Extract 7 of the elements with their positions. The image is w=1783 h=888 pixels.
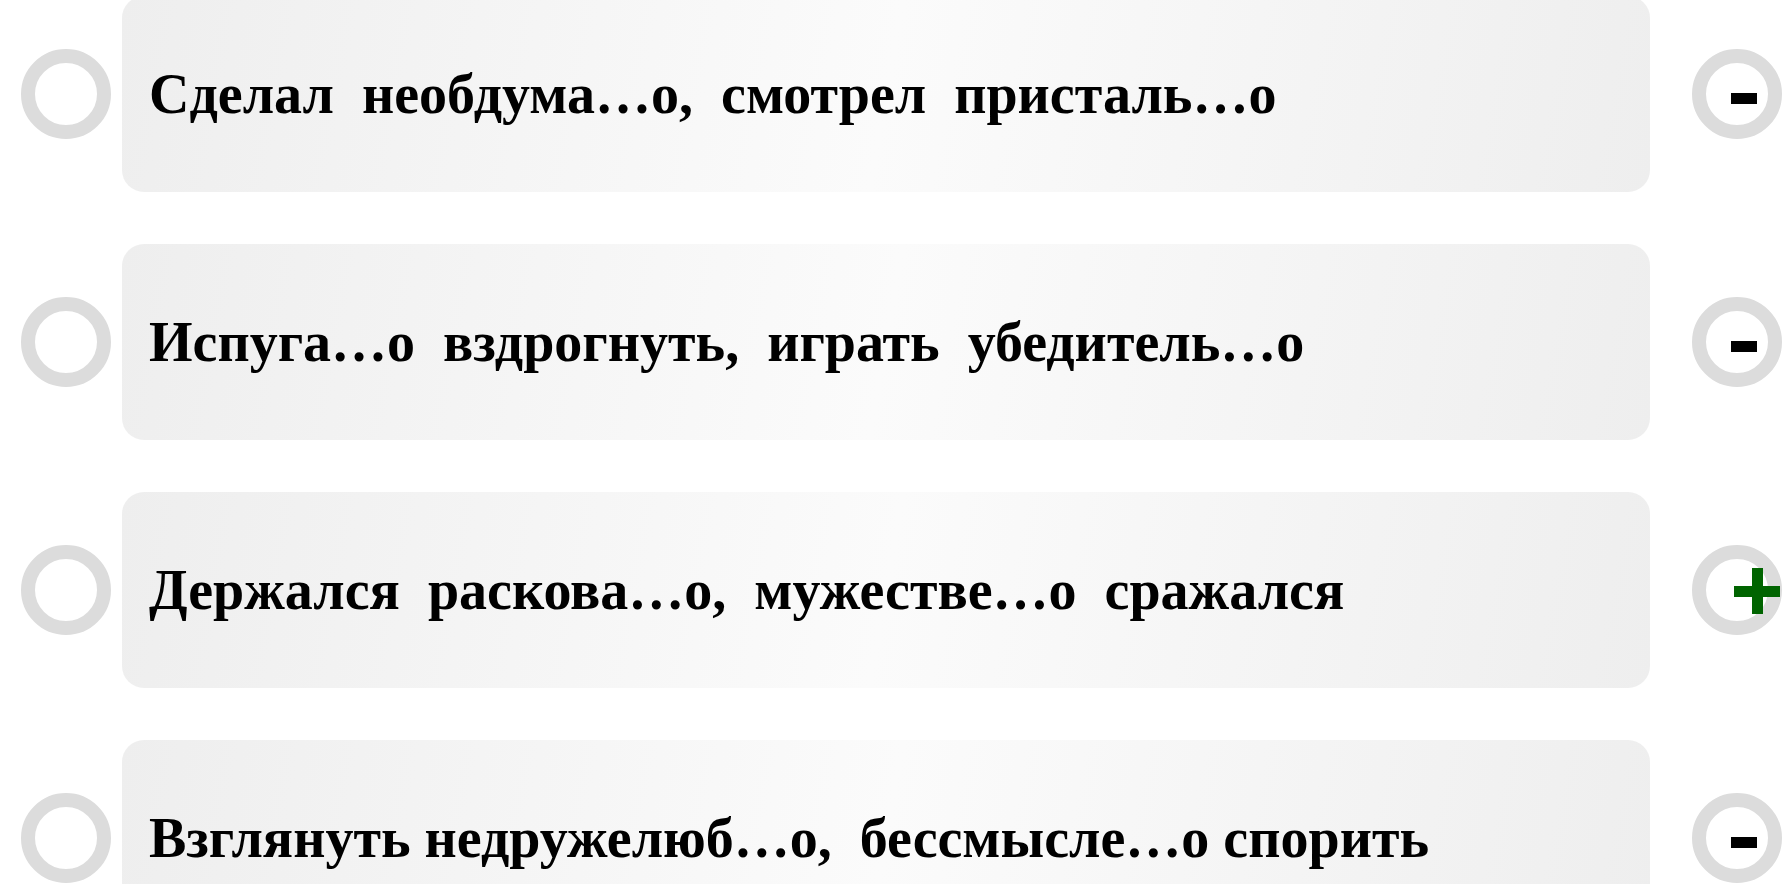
- minus-icon: [1731, 837, 1757, 848]
- minus-icon: [1731, 341, 1757, 352]
- answer-text: Держался раскова…о, мужестве…о сражался: [149, 558, 1345, 622]
- answer-text: Сделал необдума…о, смотрел присталь…о: [149, 62, 1277, 126]
- minus-icon: [1731, 93, 1757, 104]
- answer-text: Взглянуть недружелюб…о, бессмысле…о спорить: [149, 806, 1429, 870]
- answer-text: Испуга…о вздрогнуть, играть убедитель…о: [149, 310, 1305, 374]
